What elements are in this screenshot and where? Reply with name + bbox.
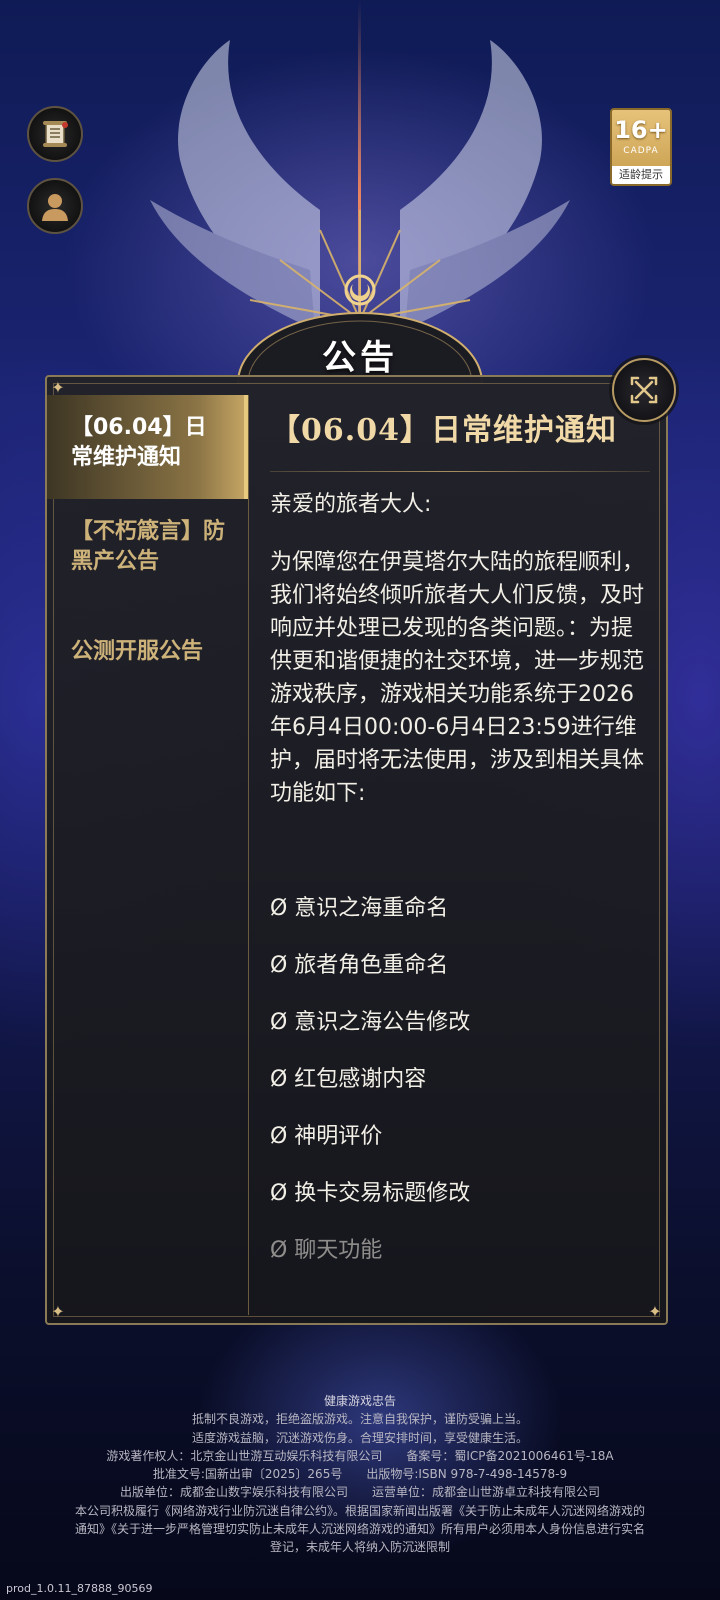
- sidebar-item-launch[interactable]: 公测开服公告: [47, 619, 248, 723]
- announcement-content[interactable]: 【06.04】日常维护通知 亲爱的旅者大人: 为保障您在伊莫塔尔大陆的旅程顺利，…: [270, 405, 650, 1310]
- content-greeting: 亲爱的旅者大人:: [270, 492, 432, 517]
- footer-line: 通知》《关于进一步严格管理切实防止未成年人沉迷网络游戏的通知》所有用户必须用本人…: [74, 1522, 645, 1537]
- scroll-icon: [43, 121, 68, 147]
- affected-features-list: Ø 意识之海重命名 Ø 旅者角色重命名 Ø 意识之海公告修改 Ø 红包感谢内容 …: [270, 880, 650, 1279]
- page-title: 公告: [322, 338, 398, 378]
- list-item: Ø 换卡交易标题修改: [270, 1181, 471, 1206]
- version-label: prod_1.0.11_87888_90569: [6, 1582, 153, 1595]
- age-rating-badge[interactable]: 16+ CADPA 适龄提示: [610, 108, 672, 186]
- footer-line: 登记，未成年人将纳入防沉迷限制: [269, 1540, 450, 1555]
- list-item: Ø 意识之海公告修改: [270, 1010, 471, 1035]
- age-rating-number: 16+: [614, 116, 668, 144]
- sidebar-item-label: 【06.04】日常维护通知: [71, 415, 207, 470]
- sidebar-item-maintenance[interactable]: 【06.04】日常维护通知: [47, 395, 248, 499]
- content-body: 为保障您在伊莫塔尔大陆的旅程顺利，我们将始终倾听旅者大人们反馈，及时响应并处理已…: [270, 550, 645, 806]
- content-title: 【06.04】日常维护通知: [270, 413, 617, 448]
- sidebar-item-label: 公测开服公告: [71, 639, 204, 664]
- announcement-scroll-button[interactable]: [27, 106, 83, 162]
- footer-line: 批准文号:国新出审〔2025〕265号 出版物号:ISBN 978-7-498-…: [152, 1467, 568, 1482]
- age-rating-org: CADPA: [623, 146, 659, 156]
- announcement-sidebar: 【06.04】日常维护通知 【不朽箴言】防黑产公告 公测开服公告: [47, 395, 249, 1315]
- list-item: Ø 意识之海重命名: [270, 896, 449, 921]
- title-divider: [270, 471, 650, 472]
- list-item: Ø 聊天功能: [270, 1238, 383, 1263]
- list-item: Ø 旅者角色重命名: [270, 953, 449, 978]
- footer-line: 抵制不良游戏，拒绝盗版游戏。注意自我保护，谨防受骗上当。: [191, 1412, 528, 1427]
- footer-legal: 健康游戏忠告 抵制不良游戏，拒绝盗版游戏。注意自我保护，谨防受骗上当。 适度游戏…: [0, 1392, 720, 1557]
- age-rating-tip: 适龄提示: [612, 166, 670, 184]
- avatar-icon: [42, 194, 68, 221]
- footer-line: 出版单位：成都金山数字娱乐科技有限公司 运营单位：成都金山世游卓立科技有限公司: [119, 1485, 600, 1500]
- close-icon: [630, 376, 658, 404]
- footer-line: 游戏著作权人：北京金山世游互动娱乐科技有限公司 备案号：蜀ICP备2021006…: [106, 1448, 614, 1463]
- sidebar-item-anti-fraud[interactable]: 【不朽箴言】防黑产公告: [47, 499, 248, 619]
- footer-heading: 健康游戏忠告: [323, 1394, 396, 1408]
- list-item: Ø 神明评价: [270, 1124, 383, 1149]
- list-item: Ø 红包感谢内容: [270, 1067, 427, 1092]
- user-profile-button[interactable]: [27, 178, 83, 234]
- footer-line: 本公司积极履行《网络游戏行业防沉迷自律公约》。根据国家新闻出版署《关于防止未成年…: [74, 1503, 645, 1518]
- footer-line: 适度游戏益脑，沉迷游戏伤身。合理安排时间，享受健康生活。: [191, 1430, 528, 1445]
- sidebar-item-label: 【不朽箴言】防黑产公告: [71, 519, 226, 574]
